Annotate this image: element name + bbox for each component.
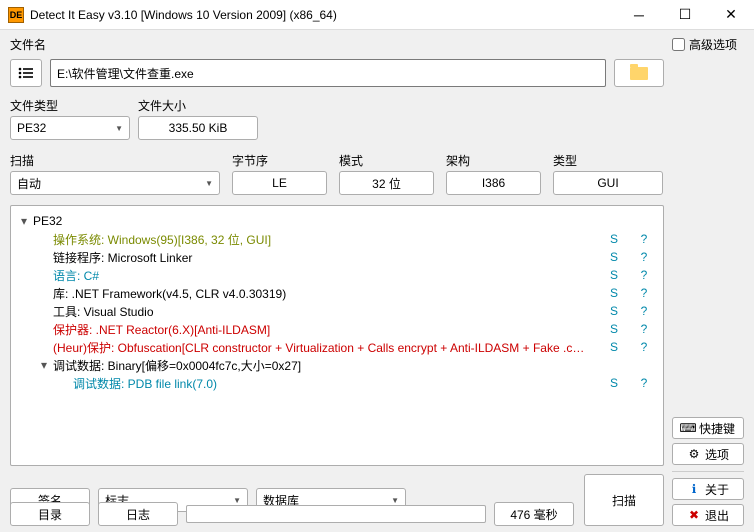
arch-label: 架构: [446, 152, 541, 169]
type-label: 类型: [553, 152, 663, 169]
tree-item-1[interactable]: 链接程序: Microsoft LinkerS?: [15, 248, 659, 266]
directory-button[interactable]: 目录: [10, 502, 90, 526]
s-link[interactable]: S: [599, 268, 629, 282]
s-link[interactable]: S: [599, 322, 629, 336]
scan-label: 扫描: [10, 152, 220, 169]
tree-root[interactable]: ▾PE32: [15, 212, 659, 230]
filetype-label: 文件类型: [10, 97, 130, 114]
s-link[interactable]: S: [599, 340, 629, 354]
q-link[interactable]: ?: [629, 322, 659, 336]
tree-label: PE32: [33, 214, 599, 228]
info-icon: ℹ: [687, 482, 701, 496]
progress-bar: [186, 505, 486, 523]
q-link[interactable]: ?: [629, 304, 659, 318]
log-button[interactable]: 日志: [98, 502, 178, 526]
exit-button[interactable]: ✖退出: [672, 504, 744, 526]
q-link[interactable]: ?: [629, 232, 659, 246]
tree-label: 语言: C#: [53, 267, 599, 284]
scan-mode-combo[interactable]: 自动▼: [10, 171, 220, 195]
exit-icon: ✖: [687, 508, 701, 522]
tree-item-2[interactable]: 语言: C#S?: [15, 266, 659, 284]
tree-toggle[interactable]: ▾: [15, 214, 33, 228]
filesize-label: 文件大小: [138, 97, 258, 114]
q-link[interactable]: ?: [629, 376, 659, 390]
tree-item-0[interactable]: 操作系统: Windows(95)[I386, 32 位, GUI]S?: [15, 230, 659, 248]
endian-label: 字节序: [232, 152, 327, 169]
s-link[interactable]: S: [599, 376, 629, 390]
tree-item-6[interactable]: (Heur)保护: Obfuscation[CLR constructor + …: [15, 338, 659, 356]
tree-item-5[interactable]: 保护器: .NET Reactor(6.X)[Anti-ILDASM]S?: [15, 320, 659, 338]
s-link[interactable]: S: [599, 286, 629, 300]
open-file-button[interactable]: [614, 59, 664, 87]
tree-label: 链接程序: Microsoft Linker: [53, 249, 599, 266]
tree-label: (Heur)保护: Obfuscation[CLR constructor + …: [53, 339, 599, 356]
tree-label: 操作系统: Windows(95)[I386, 32 位, GUI]: [53, 231, 599, 248]
tree-toggle[interactable]: ▾: [35, 358, 53, 372]
options-button[interactable]: ⚙选项: [672, 443, 744, 465]
q-link[interactable]: ?: [629, 268, 659, 282]
s-link[interactable]: S: [599, 232, 629, 246]
endian-button[interactable]: LE: [232, 171, 327, 195]
tree-debug-parent[interactable]: ▾调试数据: Binary[偏移=0x0004fc7c,大小=0x27]: [15, 356, 659, 374]
folder-icon: [630, 67, 648, 80]
tree-label: 调试数据: Binary[偏移=0x0004fc7c,大小=0x27]: [53, 357, 599, 374]
mode-label: 模式: [339, 152, 434, 169]
type-button[interactable]: GUI: [553, 171, 663, 195]
filename-input[interactable]: E:\软件管理\文件查重.exe: [50, 59, 606, 87]
scan-button[interactable]: 扫描: [584, 474, 664, 526]
filetype-combo[interactable]: PE32▼: [10, 116, 130, 140]
tree-label: 保护器: .NET Reactor(6.X)[Anti-ILDASM]: [53, 321, 599, 338]
s-link[interactable]: S: [599, 250, 629, 264]
app-icon: DE: [8, 7, 24, 23]
results-panel[interactable]: ▾PE32操作系统: Windows(95)[I386, 32 位, GUI]S…: [10, 205, 664, 466]
list-icon: [18, 67, 34, 79]
filename-label: 文件名: [10, 36, 664, 53]
tree-label: 库: .NET Framework(v4.5, CLR v4.0.30319): [53, 285, 599, 302]
arch-button[interactable]: I386: [446, 171, 541, 195]
close-button[interactable]: ✕: [708, 0, 754, 30]
q-link[interactable]: ?: [629, 286, 659, 300]
minimize-button[interactable]: ─: [616, 0, 662, 30]
tree-item-3[interactable]: 库: .NET Framework(v4.5, CLR v4.0.30319)S…: [15, 284, 659, 302]
chevron-down-icon: ▼: [115, 124, 123, 133]
q-link[interactable]: ?: [629, 250, 659, 264]
q-link[interactable]: ?: [629, 340, 659, 354]
tree-item-4[interactable]: 工具: Visual StudioS?: [15, 302, 659, 320]
title-bar: DE Detect It Easy v3.10 [Windows 10 Vers…: [0, 0, 754, 30]
s-link[interactable]: S: [599, 304, 629, 318]
maximize-button[interactable]: ☐: [662, 0, 708, 30]
window-title: Detect It Easy v3.10 [Windows 10 Version…: [30, 8, 616, 22]
chevron-down-icon: ▼: [205, 179, 213, 188]
filesize-button[interactable]: 335.50 KiB: [138, 116, 258, 140]
list-button[interactable]: [10, 59, 42, 87]
advanced-checkbox[interactable]: 高级选项: [672, 36, 744, 53]
tree-label: 调试数据: PDB file link(7.0): [73, 375, 599, 392]
about-button[interactable]: ℹ关于: [672, 478, 744, 500]
keyboard-icon: ⌨: [681, 421, 695, 435]
tree-debug-child[interactable]: 调试数据: PDB file link(7.0)S?: [15, 374, 659, 392]
tree-label: 工具: Visual Studio: [53, 303, 599, 320]
time-display: 476 毫秒: [494, 502, 574, 526]
shortcuts-button[interactable]: ⌨快捷键: [672, 417, 744, 439]
mode-button[interactable]: 32 位: [339, 171, 434, 195]
gear-icon: ⚙: [687, 447, 701, 461]
